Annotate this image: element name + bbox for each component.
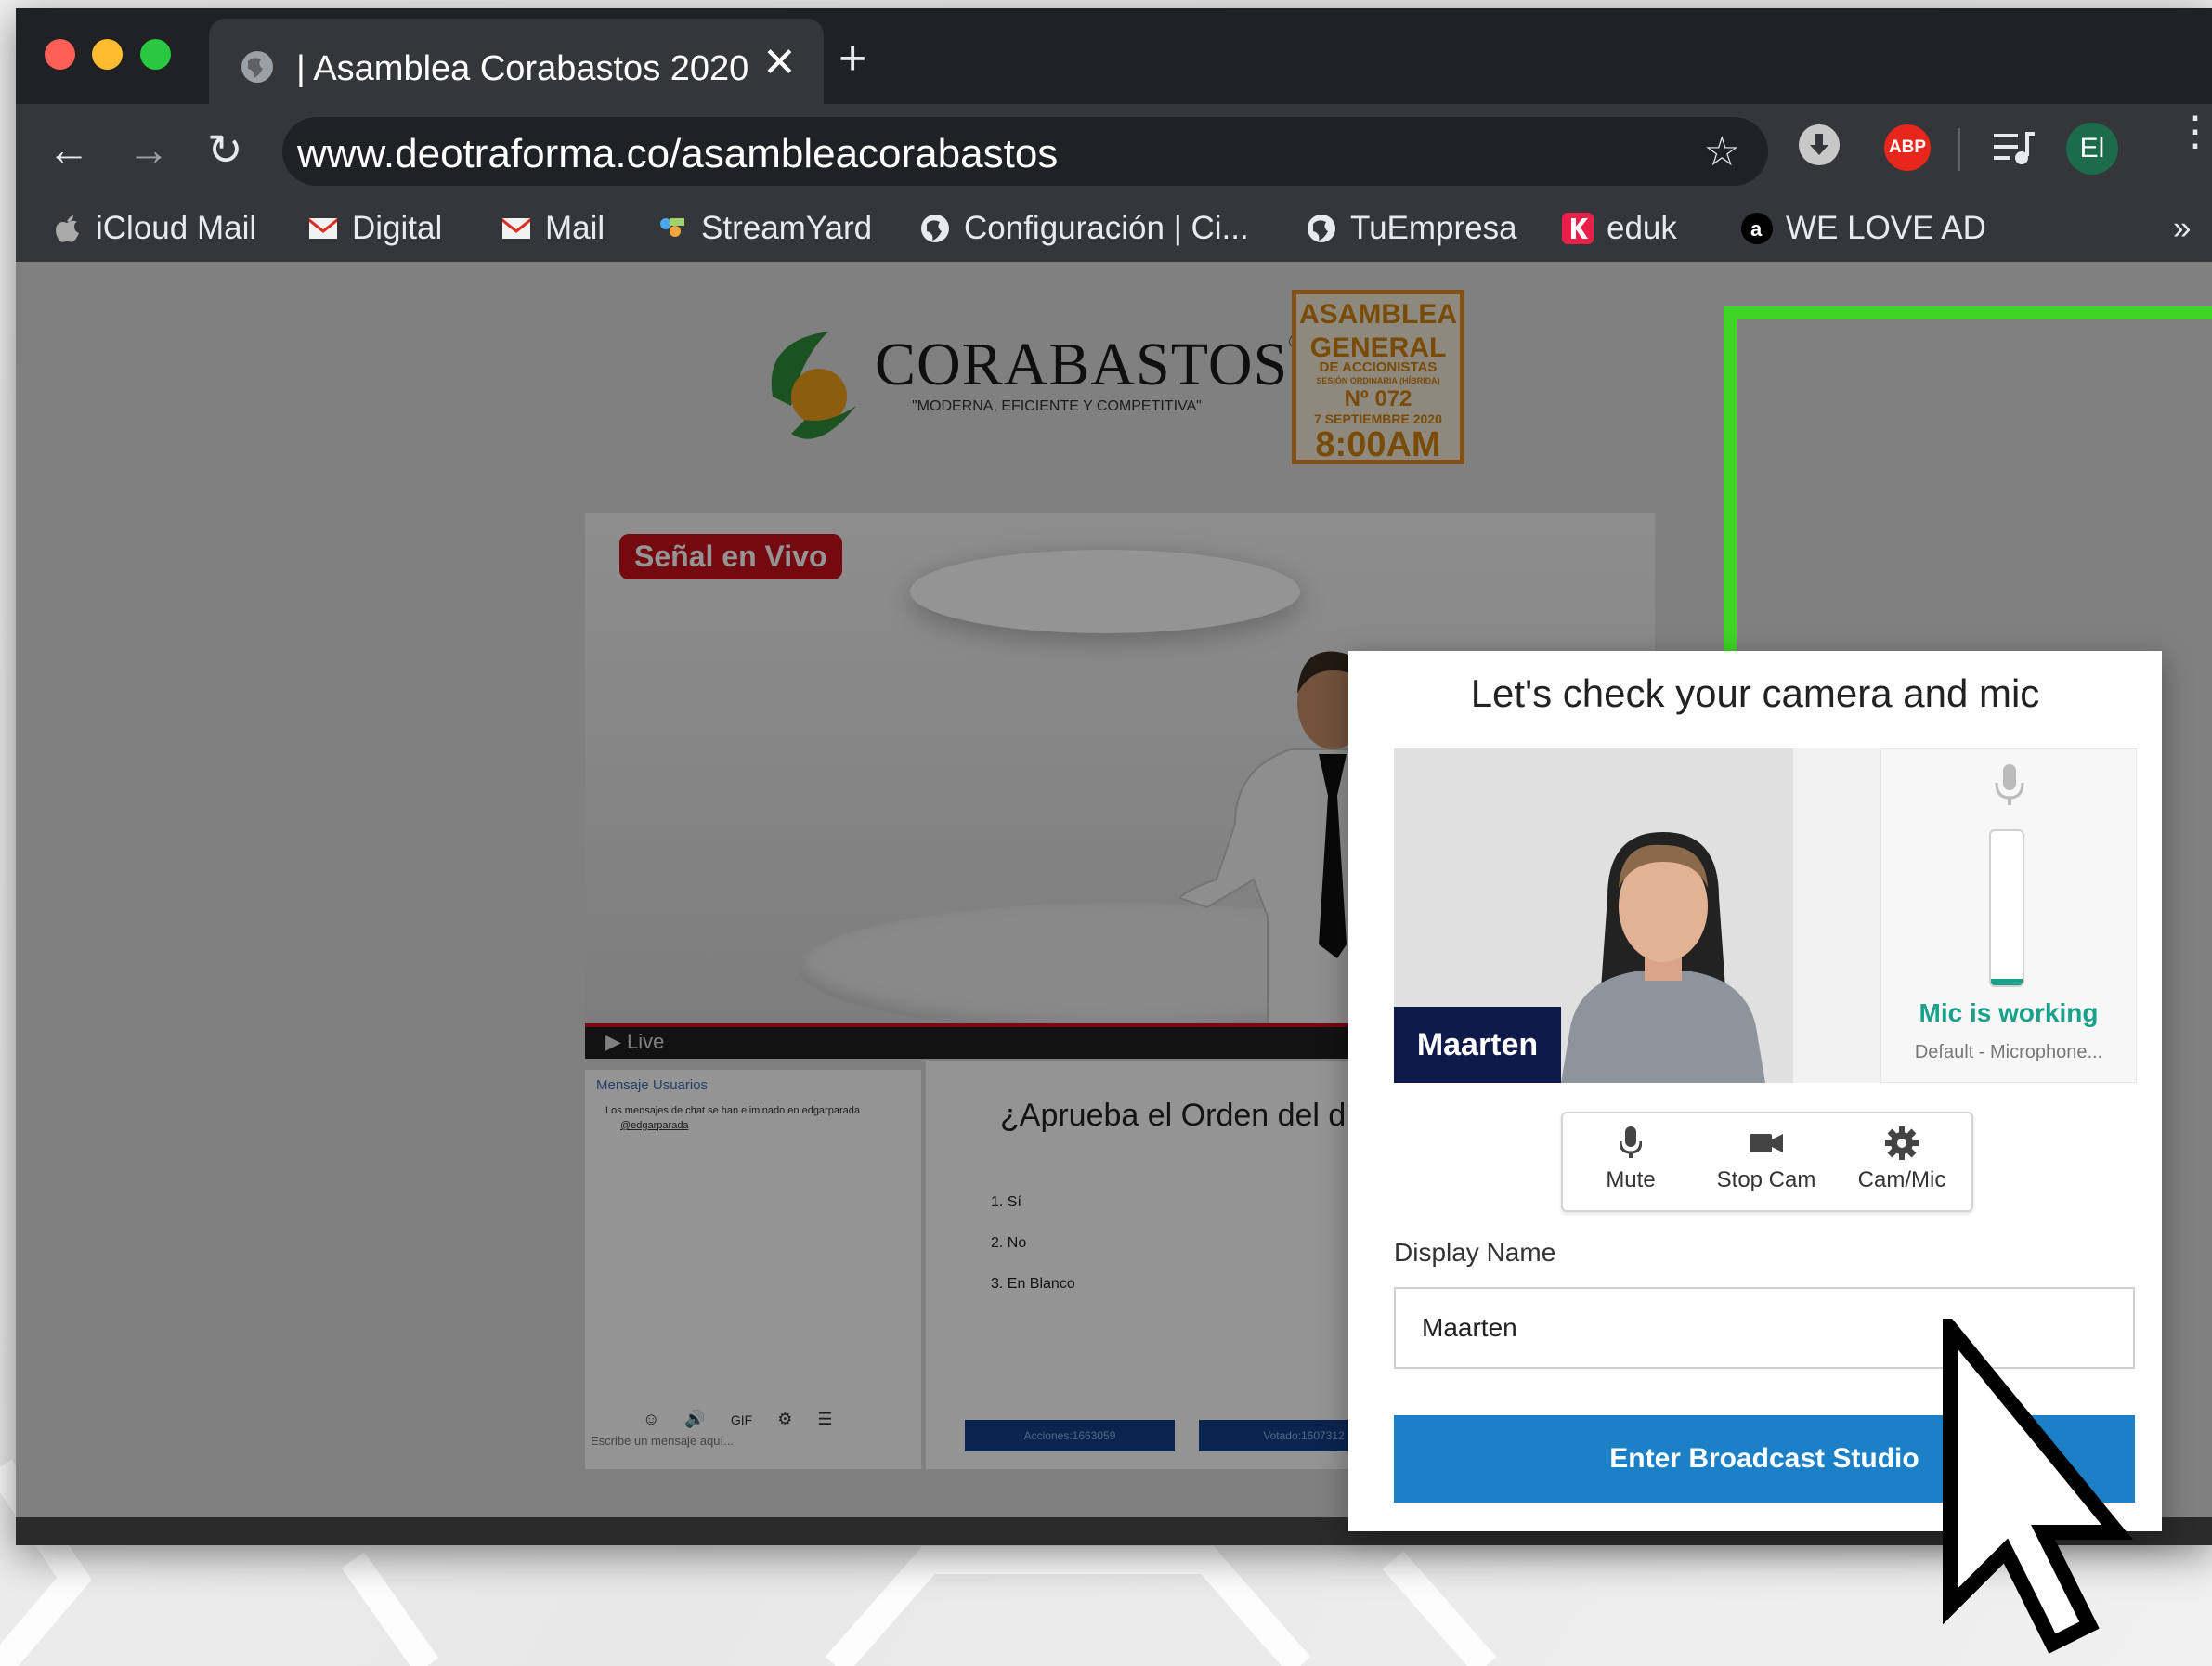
mic-level-meter [1989,829,2024,987]
browser-menu-icon[interactable]: ⋮ [2175,111,2212,152]
stop-cam-button[interactable]: Stop Cam [1698,1113,1834,1210]
adblock-plus-icon[interactable]: ABP [1884,124,1931,171]
bookmark-label: eduk [1607,210,1677,246]
bookmark-tuempresa[interactable]: TuEmpresa [1306,210,1517,247]
streamyard-icon [660,218,684,237]
gmail-icon [309,218,337,239]
cam-mic-label: Cam/Mic [1857,1167,1946,1192]
bookmark-we-love-ad[interactable]: a WE LOVE AD [1741,210,1986,247]
browser-toolbar: ← → ↻ www.deotraforma.co/asambleacorabas… [16,104,2212,197]
bookmark-star-icon[interactable]: ☆ [1704,128,1740,176]
back-icon[interactable]: ← [47,124,90,175]
tab-strip: | Asamblea Corabastos 2020 ✕ + [16,8,2212,111]
mute-label: Mute [1606,1167,1656,1192]
bookmark-icloud-mail[interactable]: iCloud Mail [51,210,256,247]
mic-level-fill [1991,979,2023,985]
eduk-icon [1562,213,1594,244]
svg-text:a: a [1750,217,1763,241]
globe-icon [921,215,949,242]
media-controls: Mute Stop Cam Cam/Mic [1561,1112,1973,1212]
toolbar-divider [1958,128,1960,171]
display-name-label: Display Name [1394,1238,1556,1267]
mic-level-panel: Mic is working Default - Microphone... [1880,748,2137,1083]
download-extension-icon[interactable] [1799,124,1840,165]
bookmark-streamyard[interactable]: StreamYard [657,210,872,247]
mute-button[interactable]: Mute [1563,1113,1698,1210]
bookmark-label: Digital [352,210,443,246]
bookmark-label: TuEmpresa [1350,210,1517,246]
bookmark-mail[interactable]: Mail [501,210,605,247]
gmail-icon [502,218,530,239]
mouse-cursor-icon [1943,1319,2133,1654]
microphone-icon [1619,1126,1643,1158]
close-window-button[interactable] [45,39,75,70]
bookmarks-bar: iCloud Mail Digital Mail StreamYard Conf… [16,197,2212,263]
microphone-icon [1995,764,2024,805]
bookmark-eduk[interactable]: eduk [1562,210,1677,247]
camera-icon [1750,1134,1783,1152]
media-queue-icon[interactable] [1992,130,2036,167]
new-tab-button[interactable]: + [839,31,866,86]
bookmark-label: Configuración | Ci... [964,210,1249,246]
bookmark-label: iCloud Mail [96,210,257,246]
forward-icon[interactable]: → [127,124,170,175]
cam-mic-settings-button[interactable]: Cam/Mic [1834,1113,1970,1210]
apple-icon [56,215,79,242]
bookmark-label: Mail [545,210,605,246]
dialog-title: Let's check your camera and mic [1470,671,2040,715]
bookmark-digital[interactable]: Digital [307,210,442,247]
tab-title: | Asamblea Corabastos 2020 [296,49,749,88]
zoom-window-button[interactable] [140,39,171,70]
reload-icon[interactable]: ↻ [207,124,243,175]
gear-icon [1885,1126,1919,1160]
stop-cam-label: Stop Cam [1716,1167,1816,1192]
profile-avatar[interactable]: El [2066,123,2118,175]
bookmarks-overflow-icon[interactable]: » [2173,210,2191,247]
amazon-icon: a [1741,213,1773,244]
bookmark-configuracion[interactable]: Configuración | Ci... [919,210,1249,247]
bookmark-label: WE LOVE AD [1786,210,1986,246]
address-bar-url: www.deotraforma.co/asambleacorabastos [297,131,1059,176]
bookmark-label: StreamYard [701,210,873,246]
minimize-window-button[interactable] [92,39,123,70]
tab-close-icon[interactable]: ✕ [762,39,797,86]
globe-icon [241,51,273,83]
annotation-line-horizontal [1724,306,2212,319]
mic-device: Default - Microphone... [1914,1042,2103,1062]
globe-icon [1308,215,1335,242]
preview-name-tag: Maarten [1394,1007,1561,1083]
browser-tab-active[interactable]: | Asamblea Corabastos 2020 ✕ [209,19,824,111]
address-bar[interactable]: www.deotraforma.co/asambleacorabastos ☆ [282,117,1768,186]
mic-status: Mic is working [1919,998,2099,1027]
camera-preview: Maarten [1394,748,1880,1083]
